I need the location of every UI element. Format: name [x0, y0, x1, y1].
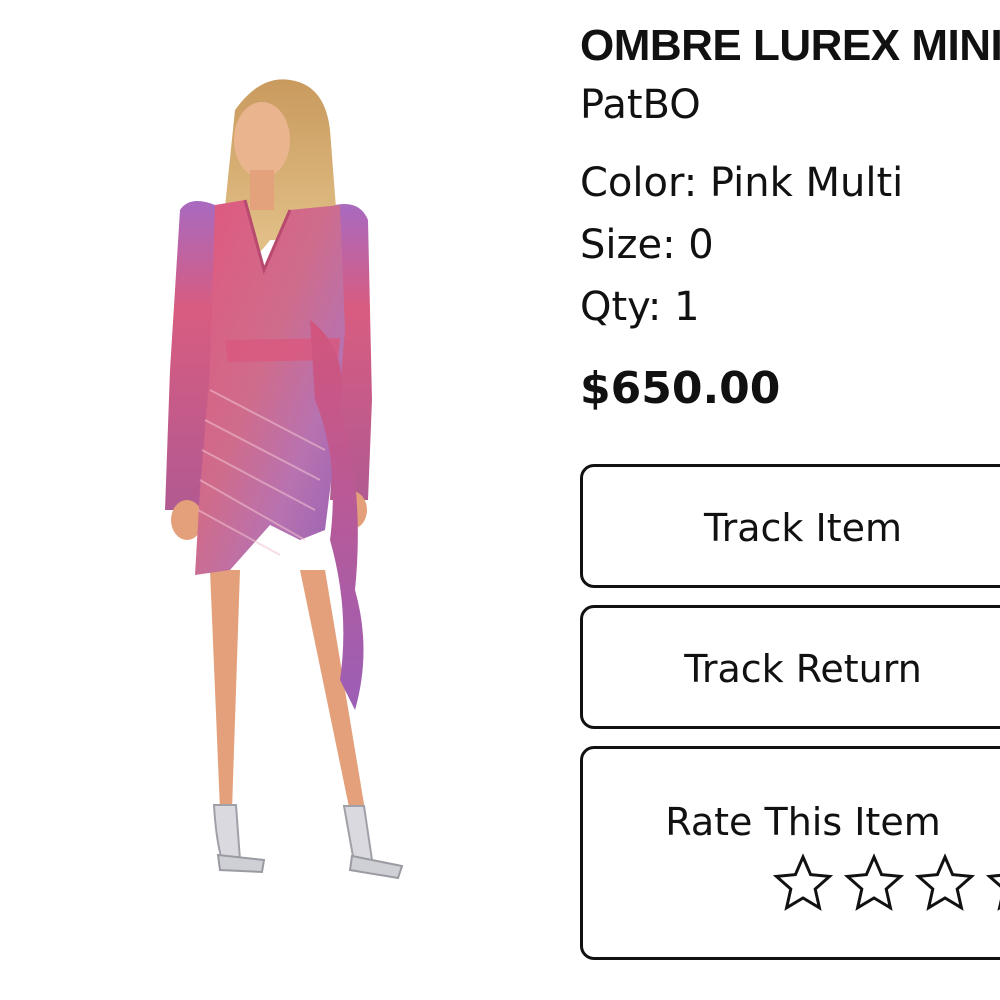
star-icon[interactable] [915, 853, 976, 913]
product-quantity: Qty: 1 [580, 284, 700, 330]
rate-item-label: Rate This Item [665, 800, 941, 844]
star-icon[interactable] [844, 853, 905, 913]
product-image [140, 70, 440, 910]
star-rating [773, 853, 1000, 913]
order-item-page: OMBRE LUREX MINI DRESS PatBO Color: Pink… [0, 0, 1000, 1000]
track-return-label: Track Return [684, 647, 922, 691]
track-item-button[interactable]: Track Item [580, 464, 1000, 588]
star-icon[interactable] [773, 853, 833, 913]
product-price: $650.00 [580, 363, 781, 414]
dress-photo-illustration [165, 79, 404, 880]
star-icon[interactable] [986, 853, 1000, 913]
product-title: OMBRE LUREX MINI DRESS [580, 21, 1000, 70]
track-return-button[interactable]: Track Return [580, 605, 1000, 729]
product-color: Color: Pink Multi [580, 160, 904, 206]
order-item-details: OMBRE LUREX MINI DRESS PatBO Color: Pink… [580, 0, 1000, 1000]
product-brand[interactable]: PatBO [580, 80, 701, 130]
rate-item-box: Rate This Item [580, 746, 1000, 960]
product-size: Size: 0 [580, 222, 714, 268]
track-item-label: Track Item [703, 506, 902, 550]
